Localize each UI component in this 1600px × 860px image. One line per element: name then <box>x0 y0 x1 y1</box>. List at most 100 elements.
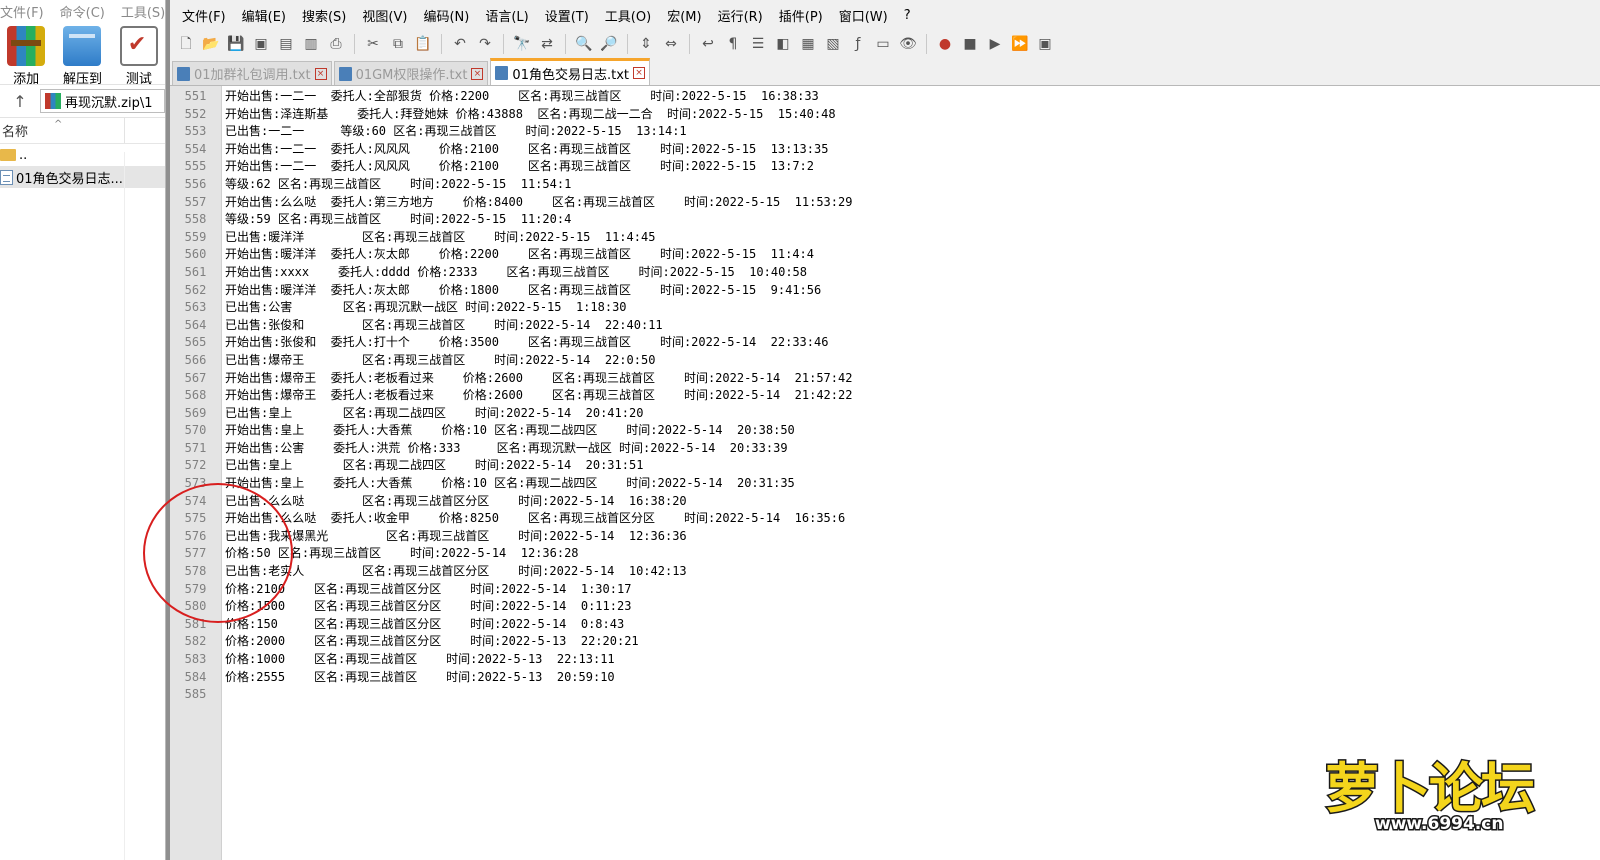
code-line[interactable]: 已出售:皇上 区名:再现二战四区 时间:2022-5-14 20:41:20 <box>225 405 1600 423</box>
close-tab-icon[interactable]: × <box>314 67 327 80</box>
sync-vertical-icon[interactable]: ⇕ <box>636 34 656 54</box>
menu-search[interactable]: 搜索(S) <box>294 6 354 25</box>
tab-gift-pack[interactable]: 01加群礼包调用.txt × <box>172 61 332 85</box>
close-all-icon[interactable]: ▥ <box>301 34 321 54</box>
code-line[interactable]: 已出售:皇上 区名:再现二战四区 时间:2022-5-14 20:31:51 <box>225 457 1600 475</box>
code-line[interactable]: 已出售:么么哒 区名:再现三战首区分区 时间:2022-5-14 16:38:2… <box>225 493 1600 511</box>
file-row-parent[interactable]: .. <box>0 144 165 166</box>
code-line[interactable]: 等级:62 区名:再现三战首区 时间:2022-5-15 11:54:1 <box>225 176 1600 194</box>
folder-workspace-icon[interactable]: ▭ <box>873 34 893 54</box>
menu-run[interactable]: 运行(R) <box>710 6 771 25</box>
doc-map-icon[interactable]: ▦ <box>798 34 818 54</box>
print-icon[interactable]: ⎙ <box>326 34 346 54</box>
menu-tools[interactable]: 工具(S) <box>121 2 165 21</box>
copy-icon[interactable]: ⧉ <box>388 34 408 54</box>
code-line[interactable]: 价格:50 区名:再现三战首区 时间:2022-5-14 12:36:28 <box>225 545 1600 563</box>
code-line[interactable]: 已出售:爆帝王 区名:再现三战首区 时间:2022-5-14 22:0:50 <box>225 352 1600 370</box>
code-line[interactable]: 已出售:老实人 区名:再现三战首区分区 时间:2022-5-14 10:42:1… <box>225 563 1600 581</box>
code-line[interactable]: 开始出售:一二一 委托人:风风风 价格:2100 区名:再现三战首区 时间:20… <box>225 141 1600 159</box>
menu-command[interactable]: 命令(C) <box>60 2 105 21</box>
code-line[interactable]: 等级:59 区名:再现三战首区 时间:2022-5-15 11:20:4 <box>225 211 1600 229</box>
record-macro-icon[interactable]: ● <box>935 34 955 54</box>
paste-icon[interactable]: 📋 <box>413 34 433 54</box>
save-icon[interactable]: 💾 <box>226 34 246 54</box>
stop-macro-icon[interactable]: ■ <box>960 34 980 54</box>
word-wrap-icon[interactable]: ↩ <box>698 34 718 54</box>
udl-icon[interactable]: ◧ <box>773 34 793 54</box>
run-macro-multiple-icon[interactable]: ⏩ <box>1010 34 1030 54</box>
menu-language[interactable]: 语言(L) <box>477 6 536 25</box>
code-line[interactable]: 已出售:暖洋洋 区名:再现三战首区 时间:2022-5-15 11:4:45 <box>225 229 1600 247</box>
add-button[interactable]: 添加 <box>0 26 52 87</box>
redo-icon[interactable]: ↷ <box>475 34 495 54</box>
code-line[interactable]: 开始出售:公害 委托人:洪荒 价格:333 区名:再现沉默一战区 时间:2022… <box>225 440 1600 458</box>
code-line[interactable]: 开始出售:泽连斯基 委托人:拜登她妹 价格:43888 区名:再现二战一二合 时… <box>225 106 1600 124</box>
test-button[interactable]: 测试 <box>113 26 165 87</box>
close-tab-icon[interactable]: × <box>632 67 645 79</box>
code-line[interactable]: 开始出售:皇上 委托人:大香蕉 价格:10 区名:再现二战四区 时间:2022-… <box>225 422 1600 440</box>
code-line[interactable]: 开始出售:么么哒 委托人:第三方地方 价格:8400 区名:再现三战首区 时间:… <box>225 194 1600 212</box>
function-list-icon[interactable]: ƒ <box>848 34 868 54</box>
menu-view[interactable]: 视图(V) <box>354 6 415 25</box>
tab-trade-log[interactable]: 01角色交易日志.txt × <box>490 58 650 85</box>
close-tab-icon[interactable]: × <box>471 67 484 80</box>
code-line[interactable]: 开始出售:一二一 委托人:风风风 价格:2100 区名:再现三战首区 时间:20… <box>225 158 1600 176</box>
code-line[interactable]: 开始出售:暖洋洋 委托人:灰太郎 价格:2200 区名:再现三战首区 时间:20… <box>225 246 1600 264</box>
code-line[interactable]: 价格:2100 区名:再现三战首区分区 时间:2022-5-14 1:30:17 <box>225 581 1600 599</box>
code-line[interactable]: 价格:1500 区名:再现三战首区分区 时间:2022-5-14 0:11:23 <box>225 598 1600 616</box>
line-number: 553 <box>184 124 207 139</box>
menu-file[interactable]: 文件(F) <box>0 2 44 21</box>
menu-window[interactable]: 窗口(W) <box>831 6 896 25</box>
code-line[interactable]: 开始出售:么么哒 委托人:收金甲 价格:8250 区名:再现三战首区分区 时间:… <box>225 510 1600 528</box>
code-line[interactable]: 价格:1000 区名:再现三战首区 时间:2022-5-13 22:13:11 <box>225 651 1600 669</box>
menu-edit[interactable]: 编辑(E) <box>234 6 294 25</box>
code-line[interactable]: 开始出售:皇上 委托人:大香蕉 价格:10 区名:再现二战四区 时间:2022-… <box>225 475 1600 493</box>
code-line[interactable]: 价格:2000 区名:再现三战首区分区 时间:2022-5-13 22:20:2… <box>225 633 1600 651</box>
undo-icon[interactable]: ↶ <box>450 34 470 54</box>
menu-encoding[interactable]: 编码(N) <box>415 6 477 25</box>
code-line[interactable]: 已出售:张俊和 区名:再现三战首区 时间:2022-5-14 22:40:11 <box>225 317 1600 335</box>
code-line[interactable]: 价格:150 区名:再现三战首区分区 时间:2022-5-14 0:8:43 <box>225 616 1600 634</box>
open-file-icon[interactable]: 📂 <box>201 34 221 54</box>
save-macro-icon[interactable]: ▣ <box>1035 34 1055 54</box>
code-line[interactable]: 开始出售:爆帝王 委托人:老板看过来 价格:2600 区名:再现三战首区 时间:… <box>225 370 1600 388</box>
code-line[interactable]: 价格:2555 区名:再现三战首区 时间:2022-5-13 20:59:10 <box>225 669 1600 687</box>
menu-help[interactable]: ? <box>896 8 919 23</box>
code-line[interactable]: 开始出售:张俊和 委托人:打十个 价格:3500 区名:再现三战首区 时间:20… <box>225 334 1600 352</box>
menu-plugins[interactable]: 插件(P) <box>771 6 831 25</box>
menu-tools[interactable]: 工具(O) <box>597 6 659 25</box>
zoom-in-icon[interactable]: 🔍 <box>574 34 594 54</box>
zoom-out-icon[interactable]: 🔎 <box>599 34 619 54</box>
code-line[interactable]: 已出售:公害 区名:再现沉默一战区 时间:2022-5-15 1:18:30 <box>225 299 1600 317</box>
find-icon[interactable]: 🔭 <box>512 34 532 54</box>
save-all-icon[interactable]: ▣ <box>251 34 271 54</box>
close-icon[interactable]: ▤ <box>276 34 296 54</box>
extract-to-button[interactable]: 解压到 <box>56 26 108 87</box>
replace-icon[interactable]: ⇄ <box>537 34 557 54</box>
code-line[interactable]: 开始出售:爆帝王 委托人:老板看过来 价格:2600 区名:再现三战首区 时间:… <box>225 387 1600 405</box>
code-line[interactable]: 已出售:一二一 等级:60 区名:再现三战首区 时间:2022-5-15 13:… <box>225 123 1600 141</box>
menu-settings[interactable]: 设置(T) <box>537 6 597 25</box>
code-line[interactable]: 开始出售:暖洋洋 委托人:灰太郎 价格:1800 区名:再现三战首区 时间:20… <box>225 282 1600 300</box>
column-divider[interactable] <box>124 118 125 143</box>
menu-file[interactable]: 文件(F) <box>174 6 234 25</box>
doc-list-icon[interactable]: ▧ <box>823 34 843 54</box>
file-row-log[interactable]: 01角色交易日志... <box>0 166 165 188</box>
cut-icon[interactable]: ✂ <box>363 34 383 54</box>
monitor-icon[interactable]: 👁 <box>898 34 918 54</box>
tab-gm-permission[interactable]: 01GM权限操作.txt × <box>333 61 489 85</box>
code-line[interactable]: 已出售:我来爆黑光 区名:再现三战首区 时间:2022-5-14 12:36:3… <box>225 528 1600 546</box>
menu-macro[interactable]: 宏(M) <box>659 6 709 25</box>
code-line[interactable]: 开始出售:xxxx 委托人:dddd 价格:2333 区名:再现三战首区 时间:… <box>225 264 1600 282</box>
sync-horizontal-icon[interactable]: ⇔ <box>661 34 681 54</box>
address-field[interactable]: 再现沉默.zip\1 <box>40 89 165 113</box>
indent-guide-icon[interactable]: ☰ <box>748 34 768 54</box>
name-column-header[interactable]: 名称 ^ <box>0 118 165 144</box>
code-line[interactable] <box>225 686 1600 704</box>
up-arrow-icon[interactable]: ↑ <box>0 92 40 111</box>
new-file-icon[interactable]: 🗋 <box>176 34 196 54</box>
show-all-chars-icon[interactable]: ¶ <box>723 34 743 54</box>
line-number: 563 <box>184 300 207 315</box>
code-line[interactable]: 开始出售:一二一 委托人:全部狠货 价格:2200 区名:再现三战首区 时间:2… <box>225 88 1600 106</box>
play-macro-icon[interactable]: ▶ <box>985 34 1005 54</box>
